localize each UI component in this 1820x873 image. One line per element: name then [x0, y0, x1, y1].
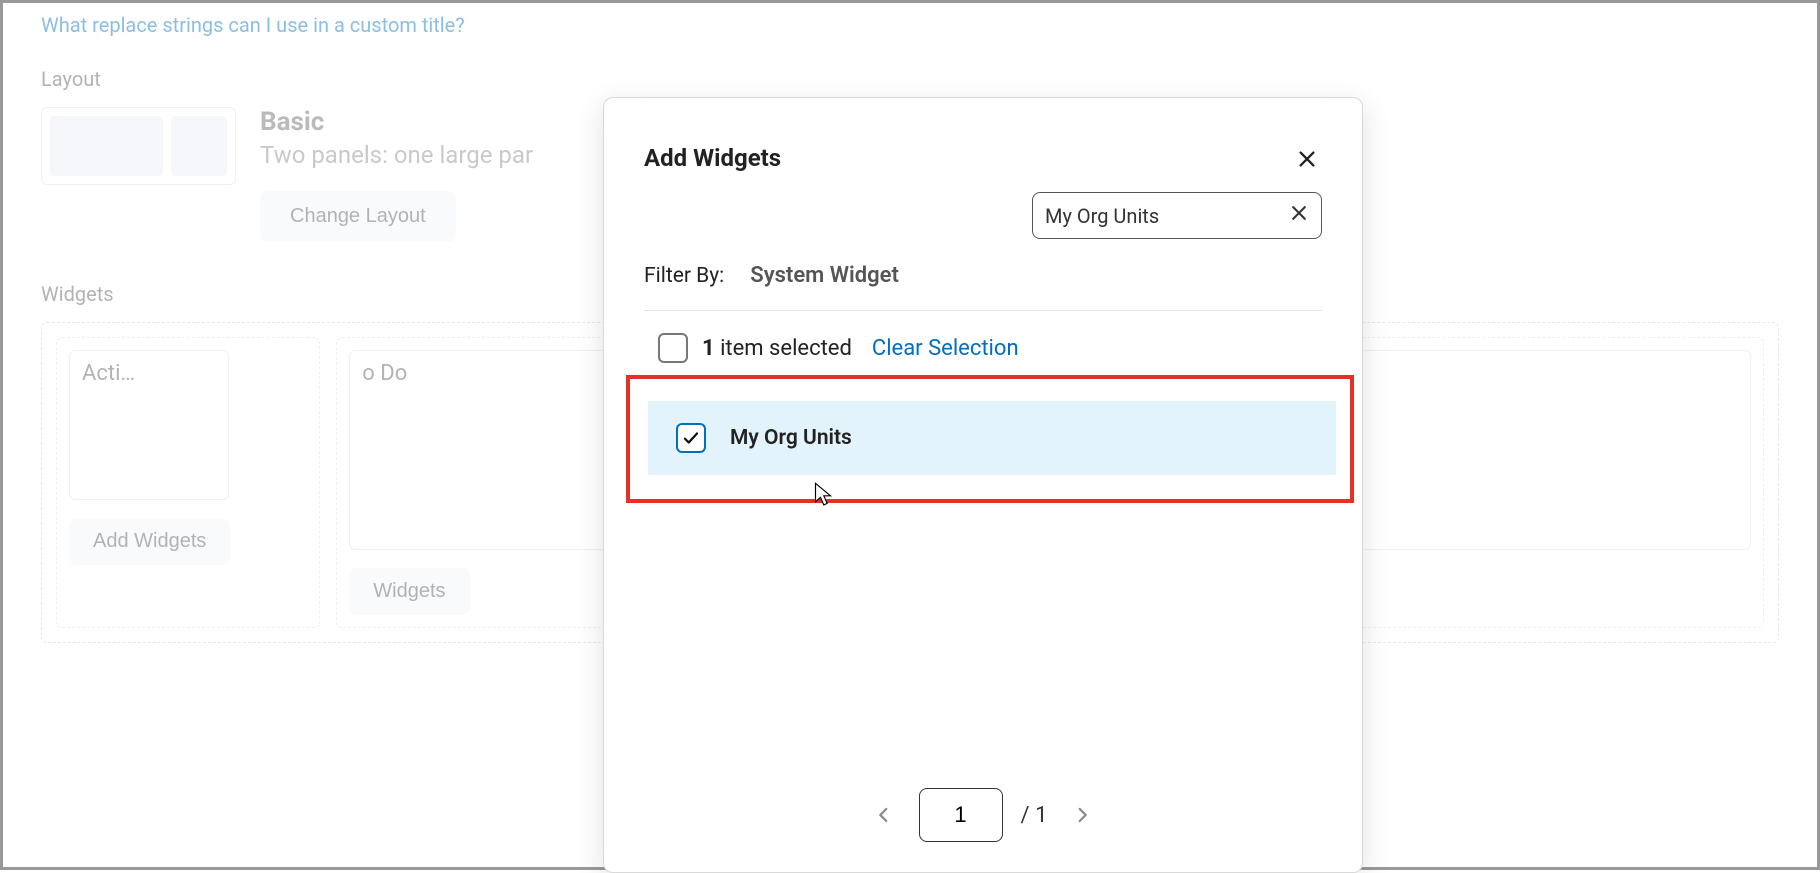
pager-total: / 1	[1021, 803, 1048, 828]
close-icon	[1296, 148, 1318, 170]
layout-section-label: Layout	[41, 67, 1779, 91]
result-checkbox[interactable]	[676, 423, 706, 453]
result-label: My Org Units	[730, 426, 852, 450]
layout-thumbnail	[41, 107, 236, 185]
modal-close-button[interactable]	[1292, 144, 1322, 178]
widget-card[interactable]: Acti…	[69, 350, 229, 500]
pager-prev-button[interactable]	[867, 798, 901, 832]
add-widgets-modal: Add Widgets My Org Units Filter By: Syst…	[603, 97, 1363, 873]
clear-selection-link[interactable]: Clear Selection	[872, 336, 1019, 361]
search-input[interactable]: My Org Units	[1032, 192, 1322, 239]
close-icon	[1289, 203, 1309, 223]
selection-count-text: 1 item selected	[702, 336, 852, 361]
select-all-checkbox[interactable]	[658, 333, 688, 363]
chevron-right-icon	[1073, 806, 1091, 824]
layout-thumbnail-pane-small	[171, 116, 227, 176]
result-highlight-frame: My Org Units	[626, 375, 1354, 503]
help-link[interactable]: What replace strings can I use in a cust…	[41, 13, 465, 37]
pager-next-button[interactable]	[1065, 798, 1099, 832]
modal-title: Add Widgets	[644, 144, 781, 172]
filter-label: Filter By:	[644, 264, 724, 288]
chevron-left-icon	[875, 806, 893, 824]
pager: / 1	[644, 788, 1322, 852]
add-widgets-button-right[interactable]: Widgets	[349, 568, 469, 615]
layout-info: Basic Two panels: one large par Change L…	[260, 107, 533, 242]
selection-summary: 1 item selected Clear Selection	[644, 333, 1322, 363]
filter-row: Filter By: System Widget	[644, 263, 1322, 311]
search-clear-button[interactable]	[1289, 203, 1309, 228]
layout-thumbnail-pane-large	[50, 116, 163, 176]
widgets-column-left: Acti… Add Widgets	[56, 337, 320, 628]
change-layout-button[interactable]: Change Layout	[260, 191, 456, 242]
filter-value[interactable]: System Widget	[750, 263, 899, 288]
layout-description: Two panels: one large par	[260, 141, 533, 169]
check-icon	[682, 429, 700, 447]
layout-name: Basic	[260, 107, 533, 137]
add-widgets-button-left[interactable]: Add Widgets	[69, 518, 230, 565]
search-input-value: My Org Units	[1045, 204, 1159, 228]
pager-current-input[interactable]	[919, 788, 1003, 842]
result-row[interactable]: My Org Units	[648, 401, 1336, 475]
